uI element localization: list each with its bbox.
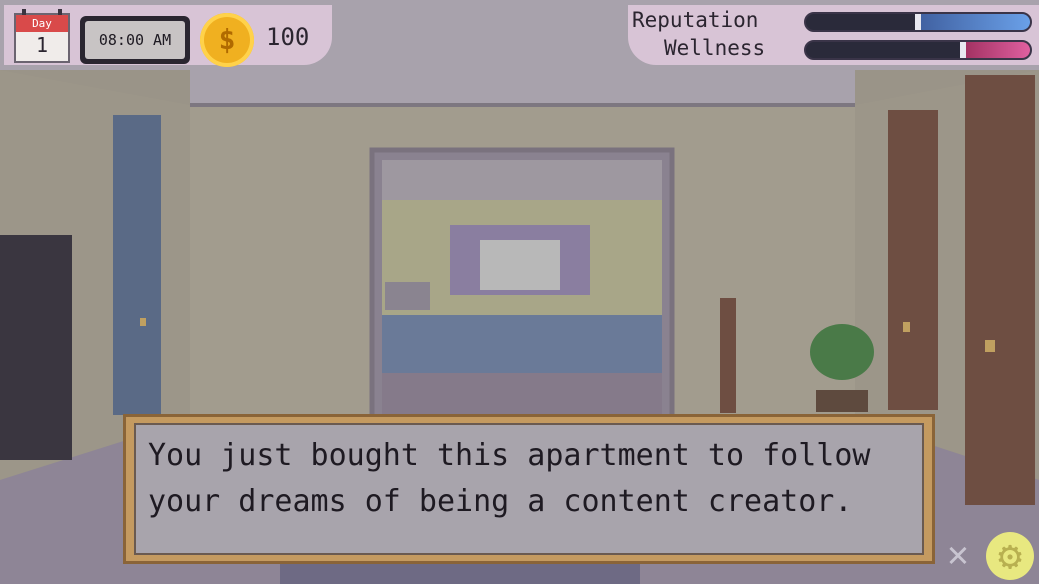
- calendar: Day 1: [14, 9, 70, 63]
- wellness-bar-fill: [962, 42, 1030, 58]
- day-label: Day: [16, 15, 68, 32]
- potted-plant: [810, 324, 874, 380]
- money-value: 100: [266, 23, 310, 51]
- floor-lamp: [720, 298, 736, 413]
- left-door: [113, 115, 161, 415]
- reputation-bar-fill: [918, 14, 1030, 30]
- reputation-label: Reputation: [632, 8, 759, 32]
- gear-icon[interactable]: ⚙: [986, 532, 1034, 580]
- clock: 08:00 AM: [80, 16, 190, 64]
- reputation-marker: [915, 14, 921, 30]
- coin-icon: $: [200, 13, 254, 67]
- right-door-far: [965, 75, 1035, 505]
- coin-symbol: $: [218, 23, 236, 56]
- wellness-label: Wellness: [664, 36, 766, 60]
- time-display: 08:00 AM: [85, 21, 185, 59]
- wellness-bar: [804, 40, 1032, 60]
- tools-icon[interactable]: ✕: [938, 535, 978, 575]
- hud-status-panel: Day 1 08:00 AM $ 100: [4, 5, 332, 67]
- television: [0, 235, 72, 460]
- dialog-box[interactable]: You just bought this apartment to follow…: [123, 414, 935, 564]
- hud-stats-panel: Reputation Wellness: [628, 5, 1039, 65]
- wellness-marker: [959, 42, 966, 58]
- right-door-near: [888, 110, 938, 410]
- day-value: 1: [35, 33, 49, 57]
- reputation-bar: [804, 12, 1032, 32]
- dialog-text: You just bought this apartment to follow…: [134, 423, 924, 555]
